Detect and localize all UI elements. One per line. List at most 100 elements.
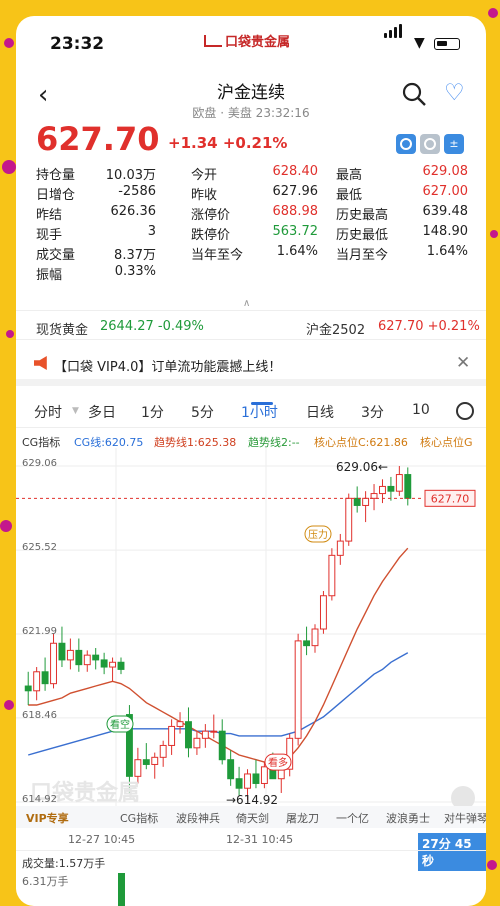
candle-body [201, 730, 209, 739]
status-bar: 23:32 口袋贵金属 ▼ [16, 16, 486, 60]
y-tick-label: 625.52 [22, 542, 57, 553]
last-price: 627.70 [36, 120, 160, 158]
candle-body [294, 640, 302, 739]
candle-body [277, 768, 285, 780]
stat-value: 629.08 [422, 164, 469, 179]
candle-body [142, 759, 150, 765]
stat-label: 最低 [336, 188, 363, 203]
stat-label: 成交量 [36, 248, 76, 263]
candle-body [92, 654, 100, 661]
alert-icon[interactable] [420, 134, 440, 154]
stats-row: 现手 3 跌停价 563.72 历史最低 148.90 [36, 224, 476, 244]
candle-body [100, 659, 108, 668]
announcement-banner[interactable]: 【口袋 VIP4.0】订单流功能震撼上线！ ✕ [16, 342, 486, 386]
tool-bull[interactable]: 对牛弹琴 [444, 810, 486, 826]
resist-annotation: 压力 [308, 528, 328, 541]
stat-value: 3 [147, 224, 156, 239]
candle-body [404, 474, 412, 499]
stat-value: 688.98 [272, 204, 319, 219]
stat-label: 历史最高 [336, 208, 389, 223]
candle-body [58, 642, 66, 661]
stat-value: 10.03万 [105, 168, 156, 183]
tool-billion[interactable]: 一个亿 [336, 810, 369, 826]
tool-blade[interactable]: 屠龙刀 [286, 810, 319, 826]
tool-band[interactable]: 波段神兵 [176, 810, 220, 826]
tab-daily[interactable]: 日线 [306, 402, 334, 422]
candle-body [252, 773, 260, 784]
candle-body [75, 649, 83, 666]
vip-button[interactable]: VIP专享 [26, 810, 69, 826]
time-axis: 12-27 10:45 12-31 10:45 27分 45秒 [16, 828, 486, 871]
candle-body [303, 640, 311, 647]
close-icon[interactable]: ✕ [456, 353, 470, 373]
candle-body [379, 485, 386, 495]
volume-label: 成交量:1.57万手 [22, 857, 106, 870]
tab-dropdown-icon[interactable]: ▼ [72, 406, 79, 416]
candle-body [83, 654, 91, 666]
stats-row: 日增仓 -2586 昨收 627.96 最低 627.00 [36, 184, 476, 204]
spot-gold-label[interactable]: 现货黄金 [36, 319, 88, 338]
quote-header: 627.70 +1.34 +0.21% ± [16, 120, 486, 160]
candle-body [193, 737, 201, 749]
stat-label: 今开 [191, 168, 218, 183]
refresh-icon[interactable] [396, 134, 416, 154]
tab-multiday[interactable]: 多日 [88, 402, 116, 422]
candle-body [227, 759, 235, 780]
settings-icon[interactable] [456, 402, 474, 420]
stat-value: 628.40 [272, 164, 319, 179]
tab-5min[interactable]: 5分 [191, 402, 214, 422]
candle-body [185, 721, 192, 749]
stat-label: 昨结 [36, 208, 63, 223]
candle-body [370, 493, 378, 499]
tool-wave[interactable]: 波浪勇士 [386, 810, 430, 826]
stat-value: 148.90 [422, 224, 469, 239]
candle-body [387, 485, 395, 492]
stat-value: 8.37万 [114, 248, 156, 263]
stat-label: 当月至今 [336, 248, 389, 263]
collapse-chevron-icon[interactable]: ∧ [243, 298, 250, 309]
stat-label: 振幅 [36, 268, 63, 283]
status-time: 23:32 [50, 34, 105, 54]
stats-row: 持仓量 10.03万 今开 628.40 最高 629.08 [36, 164, 476, 184]
tab-10min[interactable]: 10 [412, 402, 430, 418]
quote-stats-grid: 持仓量 10.03万 今开 628.40 最高 629.08 日增仓 -2586 昨收 627.9… [36, 164, 476, 284]
contract-label[interactable]: 沪金2502 [306, 319, 365, 338]
tool-sword[interactable]: 倚天剑 [236, 810, 269, 826]
candle-body [353, 497, 361, 506]
stat-value: 627.00 [422, 184, 469, 199]
volume-max-label: 6.31万手 [22, 875, 69, 888]
candle-body [50, 642, 57, 685]
tool-cg[interactable]: CG指标 [120, 810, 158, 826]
search-icon[interactable] [400, 80, 428, 108]
low-label: →614.92 [226, 793, 278, 807]
tab-1hour[interactable]: 1小时 [241, 402, 278, 422]
candle-body [176, 721, 184, 727]
y-tick-label: 614.92 [22, 794, 57, 805]
active-tab-indicator [251, 402, 273, 405]
favorite-icon[interactable]: ♡ [444, 80, 465, 106]
tab-3min[interactable]: 3分 [361, 402, 384, 422]
candle-body [328, 554, 336, 597]
stat-label: 涨停价 [191, 208, 231, 223]
candle-body [134, 759, 142, 777]
candle-body [168, 725, 176, 746]
stats-row: 振幅 0.33% [36, 264, 476, 284]
calculator-icon[interactable]: ± [444, 134, 464, 154]
stat-value: 1.64% [276, 244, 318, 259]
candlestick-chart[interactable]: 627.70629.06←→614.92压力看空看多口袋贵金属 [16, 448, 486, 820]
period-tabs: 分时 ▼ 多日 1分 5分 1小时 日线 3分 10 [16, 388, 486, 428]
price-chart[interactable]: 627.70 629.06← →614.92 压力 看空 看多 口袋贵金属 629.06 6… [16, 448, 486, 820]
stat-value: 1.64% [426, 244, 468, 259]
stat-value: 563.72 [272, 224, 319, 239]
tab-1min[interactable]: 1分 [141, 402, 164, 422]
stat-label: 持仓量 [36, 168, 76, 183]
x-tick-label: 12-31 10:45 [226, 833, 294, 846]
cg-line [28, 652, 409, 756]
indicator-legend: CG指标 CG线:620.75 趋势线1:625.38 趋势线2:-- 核心点位… [16, 430, 486, 450]
candle-body [244, 773, 251, 789]
stats-row: 昨结 626.36 涨停价 688.98 历史最高 639.48 [36, 204, 476, 224]
candle-body [235, 778, 243, 789]
candle-body [319, 595, 327, 630]
tab-intraday[interactable]: 分时 [34, 402, 62, 422]
speaker-icon [34, 356, 47, 370]
